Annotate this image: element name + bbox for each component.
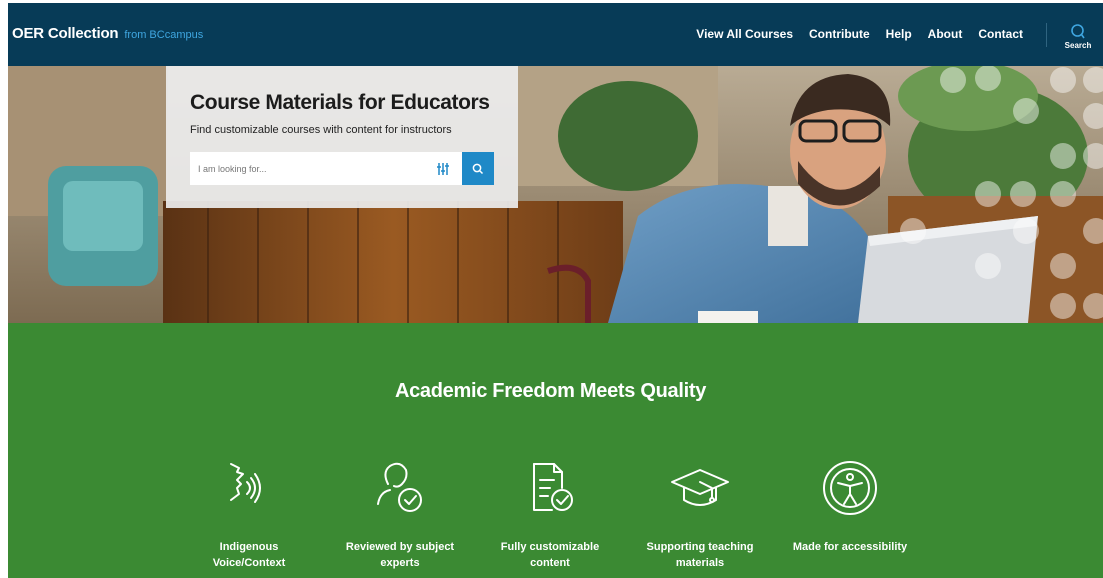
magnifier-icon (472, 163, 484, 174)
nav-view-all-courses[interactable]: View All Courses (696, 27, 793, 41)
brand-name: OER Collection (12, 25, 119, 42)
features-section: Academic Freedom Meets Quality Indigenou… (8, 323, 1103, 578)
feature-label: Reviewed by subject experts (345, 541, 455, 569)
hero-title: Course Materials for Educators (190, 91, 490, 114)
nav-contact[interactable]: Contact (978, 27, 1023, 41)
sliders-icon[interactable] (435, 161, 451, 177)
search-icon (1071, 24, 1085, 39)
header-search-button[interactable]: Search (1058, 23, 1098, 59)
feature-label: Made for accessibility (792, 541, 908, 553)
document-check-icon (533, 463, 573, 511)
main-nav: View All Courses Contribute Help About C… (696, 27, 1023, 41)
speaking-head-icon (230, 463, 261, 503)
feature-label: Indigenous Voice/Context (212, 541, 286, 569)
nav-divider (1046, 23, 1047, 47)
feature-label: Fully customizable content (500, 541, 600, 569)
search-label: Search (1064, 41, 1092, 50)
site-header: OER Collection from BCcampus View All Co… (8, 3, 1103, 66)
nav-help[interactable]: Help (886, 27, 912, 41)
graduation-cap-icon (671, 469, 729, 506)
nav-contribute[interactable]: Contribute (809, 27, 870, 41)
feature-indigenous-voice: Indigenous Voice/Context (174, 458, 324, 571)
brand-subtitle: from BCcampus (124, 29, 204, 41)
page: OER Collection from BCcampus View All Co… (8, 3, 1103, 578)
course-search-input[interactable] (190, 152, 462, 185)
hero-subtitle: Find customizable courses with content f… (190, 124, 452, 136)
hero-search-card: Course Materials for Educators Find cust… (166, 66, 518, 208)
course-search-form (190, 152, 494, 185)
feature-customizable-content: Fully customizable content (475, 458, 625, 571)
features-title: Academic Freedom Meets Quality (394, 380, 707, 402)
logo-link[interactable]: OER Collection from BCcampus (12, 25, 203, 42)
accessibility-icon (823, 461, 877, 515)
feature-label: Supporting teaching materials (646, 541, 754, 569)
feature-teaching-materials: Supporting teaching materials (625, 458, 775, 571)
feature-accessibility: Made for accessibility (775, 458, 925, 555)
person-check-icon (377, 462, 422, 512)
hero-banner: Course Materials for Educators Find cust… (8, 66, 1103, 323)
feature-reviewed-by-experts: Reviewed by subject experts (325, 458, 475, 571)
course-search-submit-button[interactable] (462, 152, 494, 185)
nav-about[interactable]: About (928, 27, 963, 41)
